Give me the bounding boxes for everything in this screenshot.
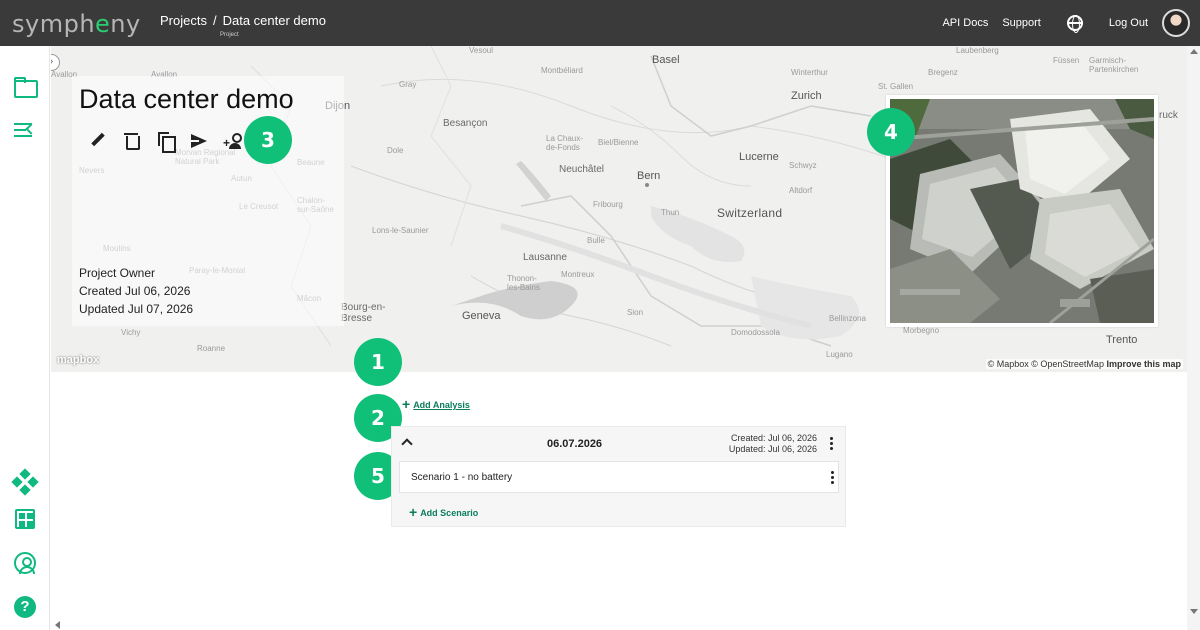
step-badge-1: 1 bbox=[354, 338, 402, 386]
logo-text: symph bbox=[12, 10, 96, 38]
project-map[interactable]: Vesoul Montbéliard Basel Winterthur Laub… bbox=[51, 46, 1187, 372]
scroll-left-icon[interactable] bbox=[55, 621, 60, 629]
analysis-updated: Updated: Jul 06, 2026 bbox=[728, 444, 817, 454]
top-right-nav: API Docs Support Log Out bbox=[942, 0, 1190, 46]
project-updated: Updated Jul 07, 2026 bbox=[79, 302, 194, 316]
logout-link[interactable]: Log Out bbox=[1109, 17, 1148, 29]
scroll-up-icon[interactable] bbox=[1190, 49, 1198, 54]
edit-icon[interactable] bbox=[89, 132, 107, 150]
breadcrumb-subtitle: Project bbox=[220, 32, 239, 38]
plus-icon: + bbox=[402, 396, 411, 412]
scenario-more-icon[interactable] bbox=[831, 471, 835, 485]
top-bar: sympheny Projects / Data center demo Proje… bbox=[0, 0, 1200, 46]
logo-text-end: ny bbox=[110, 10, 141, 38]
add-scenario-link[interactable]: + Add Scenario bbox=[409, 504, 478, 520]
list-collapse-icon[interactable] bbox=[13, 118, 37, 142]
avatar[interactable] bbox=[1162, 9, 1190, 37]
add-person-icon[interactable]: + bbox=[223, 132, 243, 150]
attribution-text[interactable]: © Mapbox © OpenStreetMap bbox=[988, 359, 1104, 369]
plus-icon: + bbox=[409, 504, 418, 520]
globe-icon[interactable] bbox=[1066, 15, 1083, 33]
improve-map-link[interactable]: Improve this map bbox=[1106, 359, 1181, 369]
project-info-panel: Data center demo + Project Owner Created… bbox=[72, 76, 344, 326]
project-owner: Project Owner bbox=[79, 266, 156, 280]
vertical-scrollbar[interactable] bbox=[1187, 46, 1200, 630]
symphony-logo[interactable]: sympheny bbox=[12, 10, 141, 38]
analysis-date: 06.07.2026 bbox=[547, 438, 603, 450]
breadcrumb-current: Data center demo bbox=[222, 13, 326, 28]
help-icon[interactable]: ? bbox=[14, 596, 36, 618]
step-badge-4: 4 bbox=[867, 108, 915, 156]
analysis-created: Created: Jul 06, 2026 bbox=[730, 433, 817, 443]
project-created: Created Jul 06, 2026 bbox=[79, 284, 191, 298]
analysis-more-icon[interactable] bbox=[830, 437, 834, 451]
delete-icon[interactable] bbox=[122, 132, 140, 150]
analysis-card: 06.07.2026 Created: Jul 06, 2026 Updated… bbox=[391, 426, 846, 527]
breadcrumb-projects-link[interactable]: Projects bbox=[160, 13, 207, 28]
step-badge-3: 3 bbox=[244, 116, 292, 164]
logo-accent: e bbox=[95, 10, 111, 38]
breadcrumb-separator: / bbox=[212, 13, 217, 28]
send-icon[interactable] bbox=[190, 132, 208, 150]
scenario-row[interactable]: Scenario 1 - no battery bbox=[399, 461, 839, 493]
scroll-down-icon[interactable] bbox=[1190, 609, 1198, 614]
add-scenario-label: Add Scenario bbox=[420, 508, 479, 518]
sidebar: ? bbox=[0, 46, 50, 630]
add-analysis-link[interactable]: + Add Analysis bbox=[402, 396, 470, 412]
network-icon[interactable] bbox=[11, 468, 39, 496]
chevron-up-icon[interactable] bbox=[401, 438, 413, 450]
map-attribution: © Mapbox © OpenStreetMap Improve this ma… bbox=[985, 359, 1183, 369]
mapbox-logo[interactable]: mapbox bbox=[57, 354, 99, 366]
satellite-image bbox=[890, 99, 1154, 323]
folder-icon[interactable] bbox=[13, 74, 38, 98]
scenario-name: Scenario 1 - no battery bbox=[411, 472, 513, 483]
support-link[interactable]: Support bbox=[1002, 17, 1041, 29]
site-satellite-image bbox=[886, 95, 1158, 327]
breadcrumb: Projects / Data center demo bbox=[160, 13, 326, 28]
project-title: Data center demo bbox=[79, 84, 294, 114]
dashboard-grid-icon[interactable] bbox=[15, 509, 35, 529]
add-person-plus: + bbox=[223, 136, 231, 150]
add-analysis-label: Add Analysis bbox=[413, 400, 470, 410]
api-docs-link[interactable]: API Docs bbox=[942, 17, 988, 29]
account-icon[interactable] bbox=[14, 552, 36, 574]
copy-icon[interactable] bbox=[156, 132, 176, 153]
